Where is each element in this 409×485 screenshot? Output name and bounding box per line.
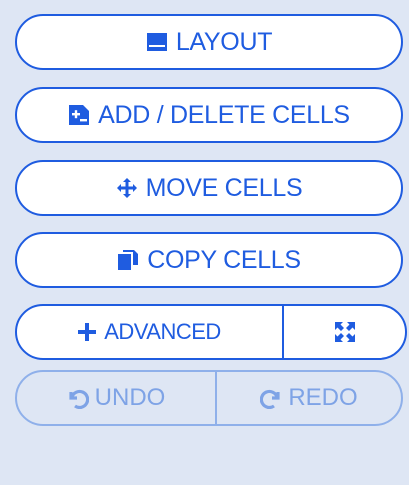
advanced-group: ADVANCED <box>15 304 407 360</box>
undo-button[interactable]: UNDO <box>17 372 215 424</box>
history-group: UNDO REDO <box>15 370 403 426</box>
advanced-button[interactable]: ADVANCED <box>17 306 282 358</box>
expand-icon <box>334 321 356 343</box>
layout-label: LAYOUT <box>175 27 273 56</box>
advanced-label: ADVANCED <box>104 319 221 344</box>
undo-label: UNDO <box>94 384 166 411</box>
copy-icon <box>117 249 139 271</box>
move-cells-label: MOVE CELLS <box>145 173 303 202</box>
plus-icon <box>78 323 97 341</box>
redo-icon <box>260 387 282 409</box>
cell-tools-panel: LAYOUT ADD / DELETE CELLS MOVE CELLS COP… <box>0 0 409 485</box>
redo-button[interactable]: REDO <box>215 372 401 424</box>
move-arrows-icon <box>116 177 138 199</box>
undo-icon <box>67 387 89 409</box>
add-delete-cells-button[interactable]: ADD / DELETE CELLS <box>15 87 403 143</box>
plus-square-icon <box>68 104 90 126</box>
window-icon <box>146 32 168 52</box>
copy-cells-label: COPY CELLS <box>147 245 301 274</box>
layout-button[interactable]: LAYOUT <box>15 14 403 70</box>
add-delete-cells-label: ADD / DELETE CELLS <box>98 100 350 129</box>
move-cells-button[interactable]: MOVE CELLS <box>15 160 403 216</box>
copy-cells-button[interactable]: COPY CELLS <box>15 232 403 288</box>
redo-label: REDO <box>288 384 358 411</box>
expand-button[interactable] <box>282 306 405 358</box>
